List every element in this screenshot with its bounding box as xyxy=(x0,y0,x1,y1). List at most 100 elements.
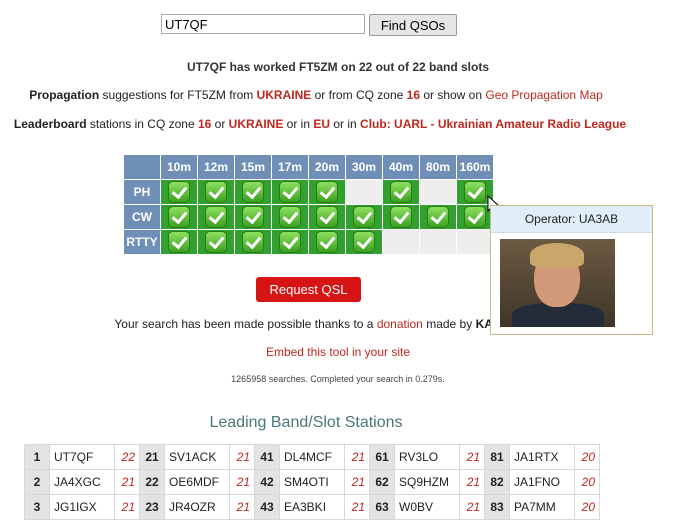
embed-tool-link[interactable]: Embed this tool in your site xyxy=(0,345,676,359)
mode-header-rtty: RTTY xyxy=(123,229,161,255)
propagation-line: Propagation suggestions for FT5ZM from U… xyxy=(0,88,654,102)
leaderboard-club-link[interactable]: Club: UARL - Ukrainian Amateur Radio Lea… xyxy=(360,117,626,131)
rank-cell: 22 xyxy=(139,469,165,495)
checkmark-icon xyxy=(353,231,375,253)
slot-rtty-12m[interactable] xyxy=(197,229,235,255)
slot-cw-10m[interactable] xyxy=(160,204,198,230)
count-cell: 22 xyxy=(114,444,140,470)
find-qsos-button[interactable]: Find QSOs xyxy=(369,14,457,36)
slot-rtty-17m[interactable] xyxy=(271,229,309,255)
slot-ph-17m[interactable] xyxy=(271,179,309,205)
slot-cw-80m[interactable] xyxy=(419,204,457,230)
grid-header-row: 10m 12m 15m 17m 20m 30m 40m 80m 160m xyxy=(123,154,494,180)
slot-cw-15m[interactable] xyxy=(234,204,272,230)
count-cell: 20 xyxy=(574,469,600,495)
callsign-cell[interactable]: JG1IGX xyxy=(49,494,115,520)
slot-ph-12m[interactable] xyxy=(197,179,235,205)
slot-ph-20m[interactable] xyxy=(308,179,346,205)
leaderboard-line: Leaderboard stations in CQ zone 16 or UK… xyxy=(0,117,658,131)
rank-cell: 21 xyxy=(139,444,165,470)
propagation-zone-link[interactable]: 16 xyxy=(407,88,420,102)
count-cell: 21 xyxy=(114,494,140,520)
rank-cell: 61 xyxy=(369,444,395,470)
checkmark-icon xyxy=(168,206,190,228)
leaderboard-country-link[interactable]: UKRAINE xyxy=(229,117,284,131)
leading-stations-title: Leading Band/Slot Stations xyxy=(209,414,403,431)
callsign-cell[interactable]: DL4MCF xyxy=(279,444,345,470)
geo-propagation-map-link[interactable]: Geo Propagation Map xyxy=(485,88,602,102)
leaderboard-continent-link[interactable]: EU xyxy=(313,117,330,131)
request-qsl-button[interactable]: Request QSL xyxy=(256,277,361,302)
band-header-20m: 20m xyxy=(308,154,346,180)
slot-rtty-10m[interactable] xyxy=(160,229,198,255)
checkmark-icon xyxy=(205,206,227,228)
checkmark-icon xyxy=(316,206,338,228)
grid-row-cw: CW xyxy=(123,204,494,230)
checkmark-icon xyxy=(242,231,264,253)
propagation-text-3: or show on xyxy=(420,88,486,102)
slot-ph-30m xyxy=(345,179,383,205)
band-slot-grid: 10m 12m 15m 17m 20m 30m 40m 80m 160m PH CW RTTY xyxy=(123,154,494,255)
callsign-cell[interactable]: SQ9HZM xyxy=(394,469,460,495)
slot-cw-17m[interactable] xyxy=(271,204,309,230)
worked-summary: UT7QF has worked FT5ZM on 22 out of 22 b… xyxy=(186,60,490,74)
callsign-cell[interactable]: SM4OTI xyxy=(279,469,345,495)
slot-rtty-30m[interactable] xyxy=(345,229,383,255)
leaderboard-zone-link[interactable]: 16 xyxy=(198,117,211,131)
slot-cw-30m[interactable] xyxy=(345,204,383,230)
band-header-10m: 10m xyxy=(160,154,198,180)
slot-ph-15m[interactable] xyxy=(234,179,272,205)
checkmark-icon xyxy=(242,206,264,228)
checkmark-icon xyxy=(168,231,190,253)
callsign-cell[interactable]: OE6MDF xyxy=(164,469,230,495)
callsign-cell[interactable]: SV1ACK xyxy=(164,444,230,470)
band-header-12m: 12m xyxy=(197,154,235,180)
grid-corner xyxy=(123,154,161,180)
donation-link[interactable]: donation xyxy=(377,317,423,331)
band-header-80m: 80m xyxy=(419,154,457,180)
callsign-cell[interactable]: JA4XGC xyxy=(49,469,115,495)
leading-stations-table: 1 UT7QF 22 21 SV1ACK 21 41 DL4MCF 21 61 RV3LO 21 81 J… xyxy=(24,444,600,520)
slot-cw-20m[interactable] xyxy=(308,204,346,230)
slot-rtty-20m[interactable] xyxy=(308,229,346,255)
slot-rtty-15m[interactable] xyxy=(234,229,272,255)
count-cell: 20 xyxy=(574,494,600,520)
slot-cw-12m[interactable] xyxy=(197,204,235,230)
propagation-country-link[interactable]: UKRAINE xyxy=(257,88,312,102)
callsign-cell[interactable]: JA1FNO xyxy=(509,469,575,495)
callsign-cell[interactable]: JR4OZR xyxy=(164,494,230,520)
operator-popup-title: Operator: UA3AB xyxy=(491,206,652,233)
propagation-text-2: or from CQ zone xyxy=(311,88,407,102)
slot-ph-80m xyxy=(419,179,457,205)
checkmark-icon xyxy=(427,206,449,228)
callsign-cell[interactable]: W0BV xyxy=(394,494,460,520)
grid-row-rtty: RTTY xyxy=(123,229,494,255)
slot-cw-40m[interactable] xyxy=(382,204,420,230)
slot-ph-10m[interactable] xyxy=(160,179,198,205)
band-header-15m: 15m xyxy=(234,154,272,180)
checkmark-icon xyxy=(464,206,486,228)
checkmark-icon xyxy=(390,181,412,203)
mode-header-ph: PH xyxy=(123,179,161,205)
leaderboard-text-1: stations in CQ zone xyxy=(86,117,198,131)
count-cell: 21 xyxy=(459,494,485,520)
checkmark-icon xyxy=(390,206,412,228)
callsign-cell[interactable]: RV3LO xyxy=(394,444,460,470)
callsign-input[interactable] xyxy=(161,14,365,34)
band-header-160m: 160m xyxy=(456,154,494,180)
callsign-cell[interactable]: JA1RTX xyxy=(509,444,575,470)
slot-ph-40m[interactable] xyxy=(382,179,420,205)
leaderboard-text-3: or in xyxy=(283,117,314,131)
count-cell: 21 xyxy=(344,444,370,470)
callsign-cell[interactable]: EA3BKI xyxy=(279,494,345,520)
checkmark-icon xyxy=(279,231,301,253)
operator-photo-hair xyxy=(530,243,584,267)
callsign-cell[interactable]: PA7MM xyxy=(509,494,575,520)
rank-cell: 1 xyxy=(24,444,50,470)
callsign-cell[interactable]: UT7QF xyxy=(49,444,115,470)
rank-cell: 43 xyxy=(254,494,280,520)
checkmark-icon xyxy=(316,181,338,203)
rank-cell: 42 xyxy=(254,469,280,495)
rank-cell: 81 xyxy=(484,444,510,470)
checkmark-icon xyxy=(464,181,486,203)
